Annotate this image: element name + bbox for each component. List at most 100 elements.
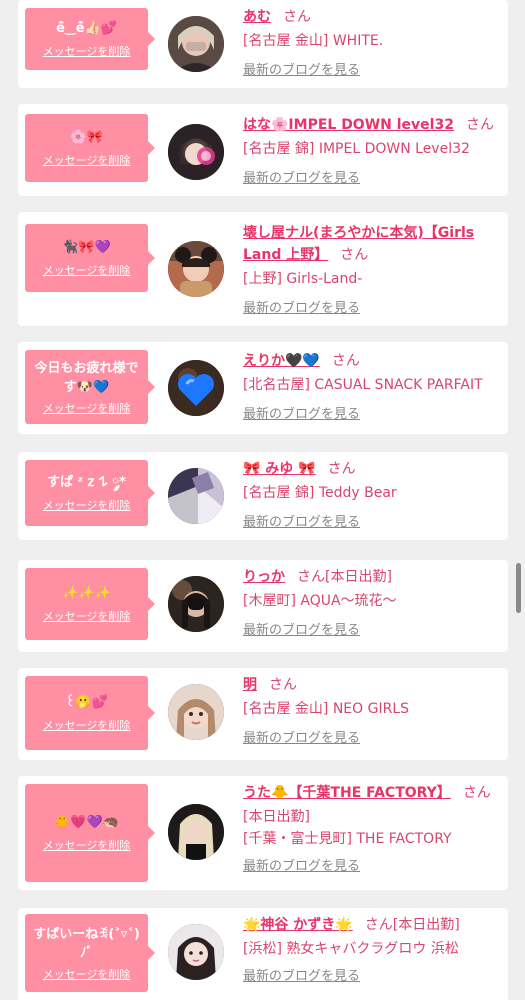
delete-message-link[interactable]: メッセージを削除 — [43, 263, 131, 278]
avatar[interactable] — [168, 124, 224, 180]
message-card: 今日もお疲れ様です🐶💙 メッセージを削除 えりか🖤💙 さん [北名古屋] CASU… — [18, 342, 508, 434]
entry-info: うた🐥【千葉THE FACTORY】 さん [本日出勤] [千葉・富士見町] TH… — [243, 782, 500, 876]
message-text: 今日もお疲れ様です🐶💙 — [34, 360, 139, 395]
avatar[interactable] — [168, 360, 224, 416]
message-card: すぱ ᶻ 𝗓 𐰁 ༘* メッセージを削除 🎀 みゆ 🎀 さん [名古屋 錦] Te… — [18, 452, 508, 540]
cast-name-link[interactable]: 🌟神谷 かずき🌟 — [243, 917, 353, 933]
cast-name-link[interactable]: はな🌸IMPEL DOWN level32 — [243, 117, 454, 133]
avatar[interactable] — [168, 924, 224, 980]
honorific: さん — [283, 9, 311, 25]
avatar[interactable] — [168, 16, 224, 72]
message-bubble: 🐈‍⬛🎀💜 メッセージを削除 — [25, 224, 155, 292]
delete-message-link[interactable]: メッセージを削除 — [43, 153, 131, 168]
entry-info: 明さん [名古屋 金山] NEO GIRLS 最新のブログを見る — [243, 674, 500, 748]
latest-blog-link[interactable]: 最新のブログを見る — [243, 858, 360, 876]
delete-message-link[interactable]: メッセージを削除 — [43, 498, 131, 513]
avatar-photo-icon — [168, 241, 224, 297]
avatar[interactable] — [168, 804, 224, 860]
shop-label: [本日出勤] — [243, 809, 310, 825]
status-label: [本日出勤] — [392, 917, 460, 933]
shop-label: [名古屋 金山] NEO GIRLS — [243, 701, 410, 717]
message-text: ✨✨✨ — [62, 586, 111, 601]
message-card: すぱいーねꉂ(˃▿˂)ﾉﾞ メッセージを削除 🌟神谷 かずき🌟 さん[本日出勤] … — [18, 908, 508, 1000]
entry-info: 🌟神谷 かずき🌟 さん[本日出勤] [浜松] 熟女キャバクラグロウ 浜松 最新のブ… — [243, 914, 500, 986]
latest-blog-link[interactable]: 最新のブログを見る — [243, 968, 360, 986]
message-card: 🌸🎀 メッセージを削除 はな🌸IMPEL DOWN level32 さん [名古屋… — [18, 104, 508, 196]
message-bubble: ꒰🫢💕 メッセージを削除 — [25, 676, 155, 750]
honorific: さん — [331, 353, 360, 369]
message-card: 🐥💗💜🦔 メッセージを削除 うた🐥【千葉THE FACTORY】 さん [本日出勤… — [18, 776, 508, 890]
honorific: さん — [364, 917, 393, 933]
latest-blog-link[interactable]: 最新のブログを見る — [243, 514, 360, 532]
message-feed[interactable]: ê̆‿ê̆👍🏻💕 メッセージを削除 あむ さん [名古屋 金山] WHITE. 最… — [0, 0, 525, 1000]
cast-name-link[interactable]: えりか🖤💙 — [243, 353, 320, 369]
message-text: 🌸🎀 — [70, 130, 103, 145]
honorific: さん — [327, 461, 356, 477]
avatar[interactable] — [168, 241, 224, 297]
delete-message-link[interactable]: メッセージを削除 — [43, 967, 131, 982]
avatar-photo-icon — [168, 924, 224, 980]
message-text: すぱいーねꉂ(˃▿˂)ﾉﾞ — [33, 926, 140, 961]
honorific: さん — [340, 247, 369, 263]
entry-info: 壊し屋ナル(まろやかに本気)【Girls Land 上野】 さん [上野] Gir… — [243, 222, 500, 318]
cast-name-link[interactable]: 🎀 みゆ 🎀 — [243, 461, 316, 477]
avatar-photo-icon — [168, 468, 224, 524]
avatar-photo-icon — [168, 124, 224, 180]
message-card: ê̆‿ê̆👍🏻💕 メッセージを削除 あむ さん [名古屋 金山] WHITE. 最… — [18, 0, 508, 88]
avatar[interactable] — [168, 468, 224, 524]
entry-info: 🎀 みゆ 🎀 さん [名古屋 錦] Teddy Bear 最新のブログを見る — [243, 458, 500, 532]
entry-info: はな🌸IMPEL DOWN level32 さん [名古屋 錦] IMPEL DO… — [243, 114, 500, 188]
message-text: すぱ ᶻ 𝗓 𐰁 ༘* — [47, 475, 126, 490]
message-text: ꒰🫢💕 — [65, 695, 108, 710]
honorific: さん — [269, 677, 297, 693]
message-bubble: 🌸🎀 メッセージを削除 — [25, 114, 155, 182]
latest-blog-link[interactable]: 最新のブログを見る — [243, 622, 360, 640]
message-bubble: 今日もお疲れ様です🐶💙 メッセージを削除 — [25, 350, 155, 424]
status-label: [本日出勤] — [325, 569, 392, 585]
scrollbar[interactable] — [516, 563, 521, 613]
message-bubble: 🐥💗💜🦔 メッセージを削除 — [25, 784, 155, 882]
latest-blog-link[interactable]: 最新のブログを見る — [243, 300, 360, 318]
message-card: 🐈‍⬛🎀💜 メッセージを削除 壊し屋ナル(まろやかに本気)【Girls Land… — [18, 212, 508, 326]
shop-label: [木屋町] AQUA～琉花～ — [243, 593, 397, 609]
message-card: ✨✨✨ メッセージを削除 りっか さん[本日出勤] [木屋町] AQUA～琉花～ … — [18, 560, 508, 652]
avatar-photo-icon — [168, 16, 224, 72]
honorific: さん — [462, 785, 491, 801]
shop-label: [北名古屋] CASUAL SNACK PARFAIT — [243, 377, 483, 393]
cast-name-link[interactable]: うた🐥【千葉THE FACTORY】 — [243, 785, 451, 801]
cast-name-link[interactable]: 明 — [243, 677, 257, 693]
avatar-photo-icon — [168, 684, 224, 740]
message-card: ꒰🫢💕 メッセージを削除 明さん [名古屋 金山] NEO GIRLS 最新のブ… — [18, 668, 508, 760]
avatar[interactable] — [168, 684, 224, 740]
cast-name-link[interactable]: あむ — [243, 9, 271, 25]
honorific: さん — [297, 569, 325, 585]
message-bubble: ✨✨✨ メッセージを削除 — [25, 568, 155, 640]
delete-message-link[interactable]: メッセージを削除 — [43, 718, 131, 733]
message-bubble: すぱいーねꉂ(˃▿˂)ﾉﾞ メッセージを削除 — [25, 914, 155, 992]
latest-blog-link[interactable]: 最新のブログを見る — [243, 62, 360, 80]
heart-avatar-icon — [168, 360, 224, 416]
message-text: ê̆‿ê̆👍🏻💕 — [56, 21, 117, 36]
delete-message-link[interactable]: メッセージを削除 — [43, 401, 131, 416]
entry-info: あむ さん [名古屋 金山] WHITE. 最新のブログを見る — [243, 6, 500, 80]
delete-message-link[interactable]: メッセージを削除 — [43, 44, 131, 59]
latest-blog-link[interactable]: 最新のブログを見る — [243, 170, 360, 188]
delete-message-link[interactable]: メッセージを削除 — [43, 609, 131, 624]
cast-name-link[interactable]: りっか — [243, 569, 285, 585]
message-bubble: ê̆‿ê̆👍🏻💕 メッセージを削除 — [25, 8, 155, 70]
latest-blog-link[interactable]: 最新のブログを見る — [243, 406, 360, 424]
shop-label: [名古屋 錦] IMPEL DOWN Level32 — [243, 141, 470, 157]
shop-label: [名古屋 金山] WHITE. — [243, 33, 384, 49]
shop-label: [浜松] 熟女キャバクラグロウ 浜松 — [243, 941, 459, 957]
delete-message-link[interactable]: メッセージを削除 — [43, 838, 131, 853]
shop-label: [千葉・富士見町] THE FACTORY — [243, 831, 452, 847]
latest-blog-link[interactable]: 最新のブログを見る — [243, 730, 360, 748]
avatar-photo-icon — [168, 576, 224, 632]
message-text: 🐥💗💜🦔 — [54, 815, 119, 830]
shop-label: [名古屋 錦] Teddy Bear — [243, 485, 397, 501]
avatar-photo-icon — [168, 804, 224, 860]
avatar[interactable] — [168, 576, 224, 632]
message-bubble: すぱ ᶻ 𝗓 𐰁 ༘* メッセージを削除 — [25, 460, 155, 526]
shop-label: [上野] Girls-Land- — [243, 271, 363, 287]
entry-info: りっか さん[本日出勤] [木屋町] AQUA～琉花～ 最新のブログを見る — [243, 566, 500, 640]
